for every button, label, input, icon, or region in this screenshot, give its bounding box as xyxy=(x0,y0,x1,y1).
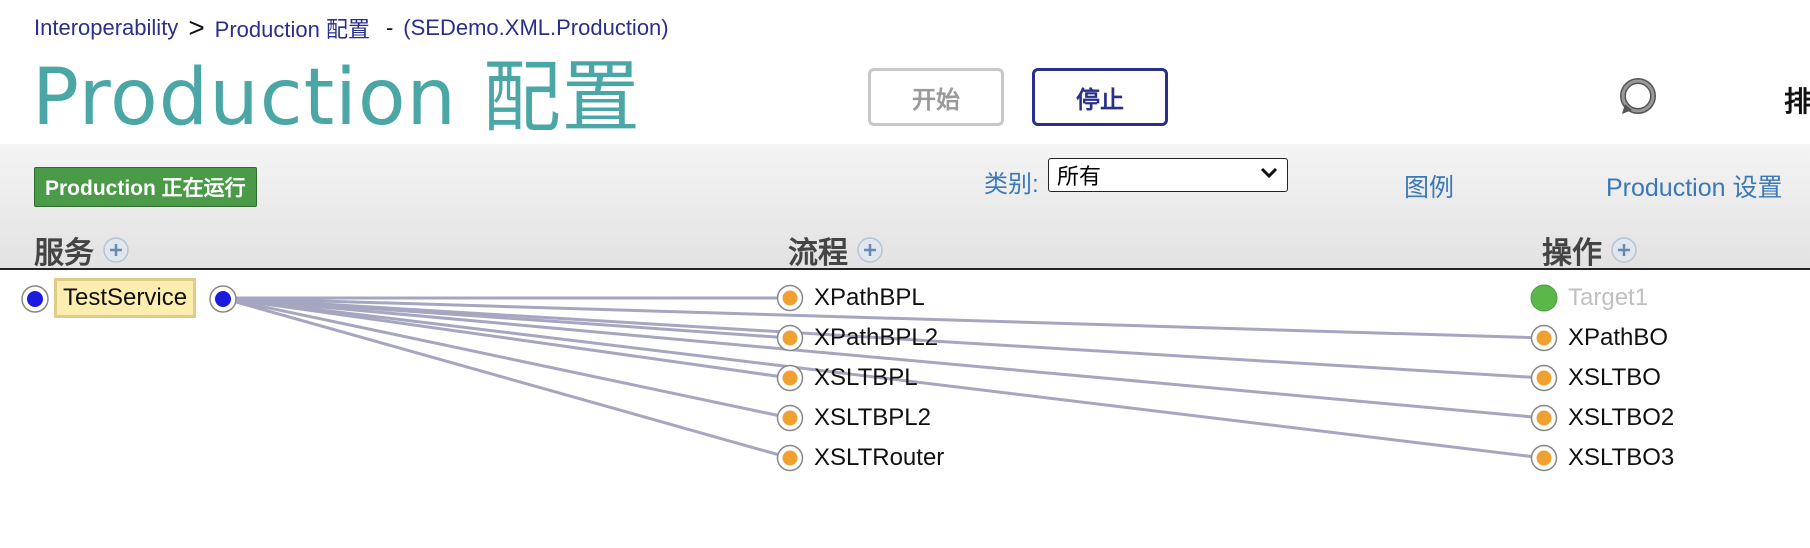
process-node-xsltbpl[interactable]: XSLTBPL xyxy=(776,364,918,392)
process-label: XPathBPL2 xyxy=(814,324,939,351)
category-label: 类别: xyxy=(984,171,1039,198)
breadcrumb-separator: > xyxy=(188,12,205,43)
add-operation-icon[interactable] xyxy=(1610,236,1638,264)
operation-label: XPathBO xyxy=(1568,324,1669,351)
connection-line xyxy=(221,296,791,460)
service-node-testservice[interactable]: TestService xyxy=(54,278,197,318)
services-column-header: 服务 xyxy=(34,228,130,272)
connection-line xyxy=(221,296,1545,420)
breadcrumb-production-name: (SEDemo.XML.Production) xyxy=(403,15,669,40)
page-title: Production 配置 xyxy=(32,53,641,143)
operation-label: XSLTBO xyxy=(1568,364,1661,391)
processes-column-header: 流程 xyxy=(788,228,884,272)
operation-node-xsltbo3[interactable]: XSLTBO3 xyxy=(1530,444,1674,472)
operation-label: Target1 xyxy=(1568,284,1649,311)
status-dot-icon xyxy=(776,444,804,472)
process-label: XSLTBPL xyxy=(814,364,918,391)
processes-header-label: 流程 xyxy=(788,237,848,270)
breadcrumb-production-config[interactable]: Production 配置 xyxy=(215,12,370,44)
process-label: XPathBPL xyxy=(814,284,925,311)
operation-node-xsltbo[interactable]: XSLTBO xyxy=(1530,364,1661,392)
category-select[interactable]: 所有 xyxy=(1048,158,1288,192)
operations-header-label: 操作 xyxy=(1542,237,1602,270)
status-badge: Production 正在运行 xyxy=(34,167,257,207)
breadcrumb: Interoperability > Production 配置 - (SEDe… xyxy=(34,12,669,44)
operation-node-target1[interactable]: Target1 xyxy=(1530,284,1648,312)
breadcrumb-dash: - xyxy=(385,15,394,40)
status-dot-icon xyxy=(776,284,804,312)
status-dot-icon xyxy=(776,324,804,352)
operation-node-xsltbo2[interactable]: XSLTBO2 xyxy=(1530,404,1674,432)
connection-line xyxy=(221,296,791,340)
stop-button[interactable]: 停止 xyxy=(1032,68,1168,126)
process-node-xsltrouter[interactable]: XSLTRouter xyxy=(776,444,944,472)
operation-label: XSLTBO2 xyxy=(1568,404,1675,431)
add-process-icon[interactable] xyxy=(856,236,884,264)
status-dot-icon xyxy=(776,364,804,392)
chevron-down-icon xyxy=(1260,167,1278,179)
process-node-xsltbpl2[interactable]: XSLTBPL2 xyxy=(776,404,931,432)
production-settings-link[interactable]: Production 设置 xyxy=(1606,168,1782,204)
process-node-xpathbpl2[interactable]: XPathBPL2 xyxy=(776,324,938,352)
category-selected-value: 所有 xyxy=(1057,164,1102,189)
status-dot-icon xyxy=(1530,324,1558,352)
status-dot-icon xyxy=(1530,284,1558,312)
status-dot-icon xyxy=(1530,444,1558,472)
refresh-icon[interactable] xyxy=(1616,74,1660,118)
connection-line xyxy=(221,296,791,380)
truncated-header-text: 排 xyxy=(1784,86,1810,117)
connection-line xyxy=(221,296,791,420)
process-label: XSLTRouter xyxy=(814,444,945,471)
operation-label: XSLTBO3 xyxy=(1568,444,1675,471)
operations-column-header: 操作 xyxy=(1542,228,1638,272)
toolbar xyxy=(0,144,1810,270)
operation-node-xpathbo[interactable]: XPathBO xyxy=(1530,324,1668,352)
legend-link[interactable]: 图例 xyxy=(1404,168,1454,204)
process-label: XSLTBPL2 xyxy=(814,404,931,431)
services-header-label: 服务 xyxy=(34,237,94,270)
start-button[interactable]: 开始 xyxy=(868,68,1004,126)
status-dot-icon xyxy=(1530,404,1558,432)
status-dot-icon xyxy=(1530,364,1558,392)
process-node-xpathbpl[interactable]: XPathBPL xyxy=(776,284,925,312)
production-config-page: Interoperability > Production 配置 - (SEDe… xyxy=(0,0,1810,548)
service-input-dot-icon[interactable] xyxy=(20,284,50,314)
service-output-dot-icon[interactable] xyxy=(208,284,238,314)
status-dot-icon xyxy=(776,404,804,432)
add-service-icon[interactable] xyxy=(102,236,130,264)
breadcrumb-interoperability[interactable]: Interoperability xyxy=(34,15,178,41)
